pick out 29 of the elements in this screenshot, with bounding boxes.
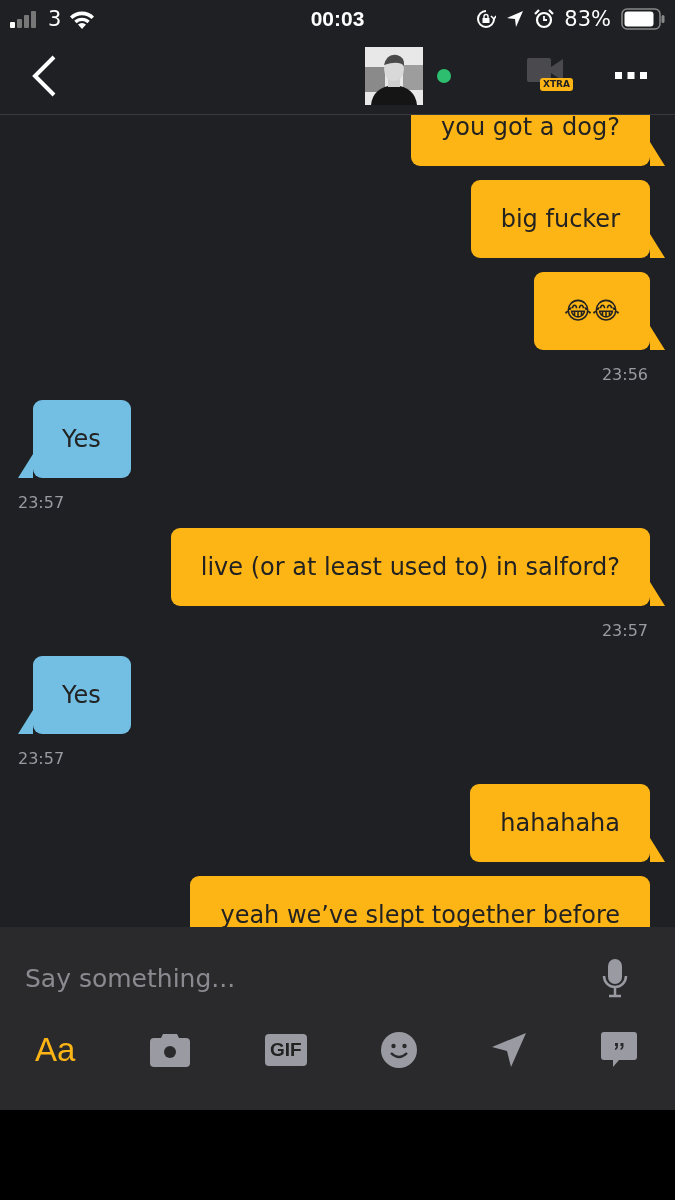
alarm-icon: [534, 9, 555, 29]
location-arrow-icon: [506, 10, 525, 28]
send-location-icon[interactable]: [492, 1033, 527, 1067]
back-button[interactable]: [30, 54, 58, 98]
gif-button[interactable]: GIF: [264, 1034, 307, 1066]
text-style-button[interactable]: Aa: [35, 1031, 76, 1069]
message-time: 23:56: [601, 364, 648, 386]
message-input[interactable]: Say something...: [25, 963, 445, 993]
carrier-name: 3: [48, 7, 62, 31]
message-bubble: 😂😂: [533, 272, 665, 350]
rotation-lock-icon: [476, 9, 497, 29]
quote-bubble-icon[interactable]: [600, 1032, 637, 1068]
battery-percent: 83%: [564, 7, 611, 31]
message-bubble: Yes: [18, 656, 131, 734]
message-time: 23:57: [18, 748, 65, 770]
message-time: 23:57: [18, 492, 65, 514]
more-options-icon[interactable]: [615, 72, 647, 80]
video-call-button[interactable]: XTRA: [527, 58, 571, 94]
clock-time: 00:03: [310, 7, 365, 31]
message-bubble: live (or at least used to) in salford?: [170, 528, 665, 606]
microphone-icon[interactable]: [601, 958, 629, 998]
smiley-icon[interactable]: [381, 1032, 418, 1068]
message-time: 23:57: [601, 620, 648, 642]
wifi-icon: [69, 9, 96, 29]
message-bubble: hahahaha: [470, 784, 665, 862]
battery-icon: [621, 8, 665, 30]
message-bubble: Yes: [18, 400, 131, 478]
message-bubble: big fucker: [470, 180, 665, 258]
camera-icon[interactable]: [150, 1033, 191, 1067]
